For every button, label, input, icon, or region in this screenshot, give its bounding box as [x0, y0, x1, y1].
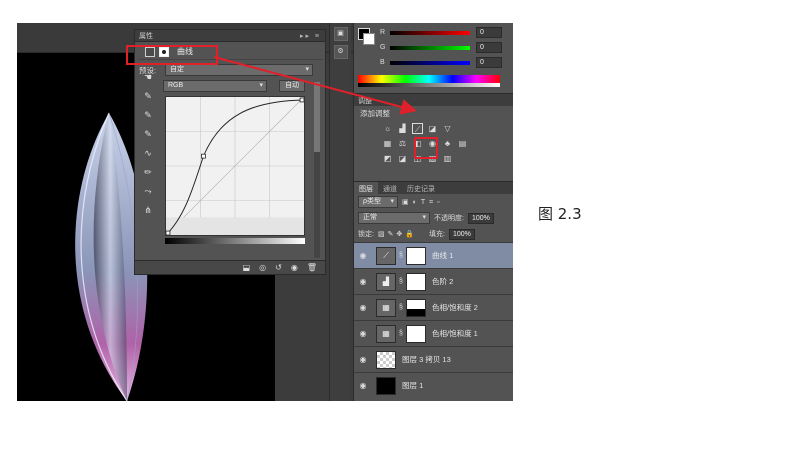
photoshop-screenshot: 属性 ▸▸ ≡ 曲线 预设: 自定 RGB 自动 ☚ ✎ ✎ ✎ ∿ ✏ ⤳ ⋔ [17, 23, 513, 401]
figure-caption: 图 2.3 [538, 205, 582, 223]
annotation-arrow [213, 56, 417, 115]
